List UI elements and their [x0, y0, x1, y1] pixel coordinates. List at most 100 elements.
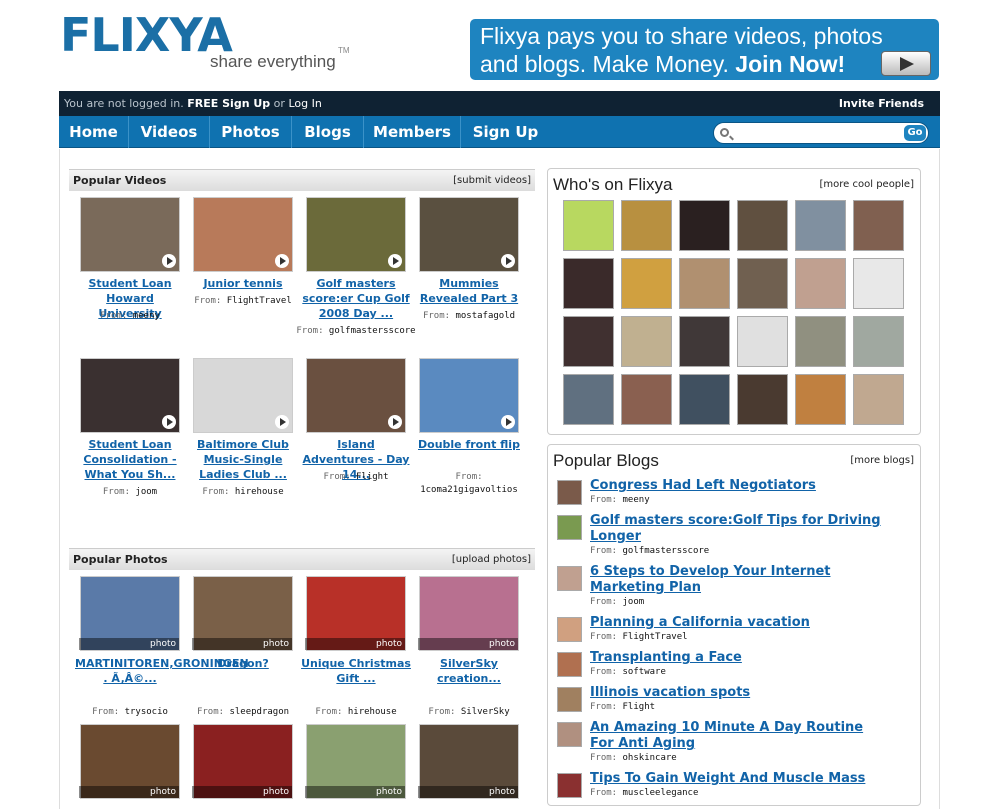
upload-photos-link[interactable]: [upload photos] — [452, 549, 531, 571]
uploader-name[interactable]: golfmastersscore — [329, 326, 416, 336]
member-avatar[interactable] — [737, 316, 788, 367]
member-avatar[interactable] — [853, 200, 904, 251]
author-name[interactable]: joom — [623, 597, 645, 607]
video-thumbnail[interactable] — [193, 197, 293, 272]
photo-thumbnail[interactable]: photo — [305, 576, 406, 651]
uploader-name[interactable]: hirehouse — [235, 487, 284, 497]
blog-author-avatar[interactable] — [557, 515, 582, 540]
nav-blogs[interactable]: Blogs — [292, 116, 364, 148]
video-title-link[interactable]: Baltimore Club Music-Single Ladies Club … — [188, 437, 298, 482]
author-name[interactable]: muscleelegance — [623, 788, 699, 798]
blog-title-link[interactable]: Congress Had Left Negotiators — [590, 478, 890, 494]
photo-thumbnail[interactable]: photo — [79, 576, 180, 651]
uploader-name[interactable]: meeny — [133, 311, 160, 321]
uploader-name[interactable]: trysocio — [125, 707, 168, 717]
member-avatar[interactable] — [737, 374, 788, 425]
blog-author-avatar[interactable] — [557, 773, 582, 798]
blog-author-avatar[interactable] — [557, 687, 582, 712]
member-avatar[interactable] — [563, 316, 614, 367]
photo-thumbnail[interactable]: photo — [305, 724, 406, 799]
blog-title-link[interactable]: Tips To Gain Weight And Muscle Mass — [590, 771, 890, 787]
uploader-name[interactable]: sleepdragon — [229, 707, 289, 717]
video-title-link[interactable]: Double front flip — [414, 437, 524, 452]
member-avatar[interactable] — [621, 316, 672, 367]
blog-author-avatar[interactable] — [557, 617, 582, 642]
photo-thumbnail[interactable]: photo — [192, 576, 293, 651]
more-people-link[interactable]: [more cool people] — [820, 179, 914, 190]
video-thumbnail[interactable] — [80, 197, 180, 272]
member-avatar[interactable] — [679, 316, 730, 367]
author-name[interactable]: golfmastersscore — [623, 546, 710, 556]
photo-thumbnail[interactable]: photo — [418, 724, 519, 799]
more-blogs-link[interactable]: [more blogs] — [850, 455, 914, 466]
uploader-name[interactable]: hirehouse — [348, 707, 397, 717]
nav-photos[interactable]: Photos — [210, 116, 292, 148]
member-avatar[interactable] — [679, 374, 730, 425]
video-thumbnail[interactable] — [419, 197, 519, 272]
video-thumbnail[interactable] — [306, 197, 406, 272]
member-avatar[interactable] — [679, 258, 730, 309]
member-avatar[interactable] — [795, 200, 846, 251]
video-thumbnail[interactable] — [193, 358, 293, 433]
flixya-logo[interactable]: FLIXYA share everything TM — [60, 10, 360, 78]
video-thumbnail[interactable] — [419, 358, 519, 433]
member-avatar[interactable] — [563, 374, 614, 425]
member-avatar[interactable] — [563, 258, 614, 309]
member-avatar[interactable] — [563, 200, 614, 251]
member-avatar[interactable] — [621, 374, 672, 425]
photo-title-link[interactable]: Dragon? — [188, 656, 298, 671]
free-signup-link[interactable]: FREE Sign Up — [187, 97, 270, 110]
blog-author-avatar[interactable] — [557, 722, 582, 747]
nav-videos[interactable]: Videos — [129, 116, 210, 148]
uploader-name[interactable]: joom — [135, 487, 157, 497]
blog-title-link[interactable]: Golf masters score:Golf Tips for Driving… — [590, 513, 890, 545]
video-title-link[interactable]: Junior tennis — [188, 276, 298, 291]
search-go-button[interactable]: Go — [904, 125, 926, 141]
invite-friends-link[interactable]: Invite Friends — [839, 91, 924, 116]
author-name[interactable]: ohskincare — [623, 753, 677, 763]
photo-thumbnail[interactable]: photo — [192, 724, 293, 799]
member-avatar[interactable] — [795, 374, 846, 425]
member-avatar[interactable] — [621, 258, 672, 309]
author-name[interactable]: software — [623, 667, 666, 677]
nav-members[interactable]: Members — [364, 116, 461, 148]
author-name[interactable]: FlightTravel — [623, 632, 688, 642]
submit-videos-link[interactable]: [submit videos] — [453, 170, 531, 192]
video-thumbnail[interactable] — [306, 358, 406, 433]
photo-title-link[interactable]: MARTINITOREN,GRONINGEN . Ã‚Â©... — [75, 656, 249, 686]
author-name[interactable]: Flight — [623, 702, 656, 712]
member-avatar[interactable] — [795, 316, 846, 367]
blog-title-link[interactable]: 6 Steps to Develop Your Internet Marketi… — [590, 564, 890, 596]
login-link[interactable]: Log In — [288, 97, 321, 110]
blog-title-link[interactable]: Transplanting a Face — [590, 650, 890, 666]
member-avatar[interactable] — [853, 258, 904, 309]
nav-signup[interactable]: Sign Up — [461, 116, 550, 148]
blog-author-avatar[interactable] — [557, 566, 582, 591]
video-title-link[interactable]: Golf masters score:er Cup Golf 2008 Day … — [301, 276, 411, 321]
uploader-name[interactable]: SilverSky — [461, 707, 510, 717]
member-avatar[interactable] — [853, 316, 904, 367]
uploader-name[interactable]: mostafagold — [455, 311, 515, 321]
uploader-name[interactable]: FlightTravel — [227, 296, 292, 306]
photo-thumbnail[interactable]: photo — [79, 724, 180, 799]
video-title-link[interactable]: Mummies Revealed Part 3 — [414, 276, 524, 306]
video-thumbnail[interactable] — [80, 358, 180, 433]
member-avatar[interactable] — [795, 258, 846, 309]
member-avatar[interactable] — [737, 200, 788, 251]
blog-author-avatar[interactable] — [557, 480, 582, 505]
photo-title-link[interactable]: Unique Christmas Gift ... — [301, 656, 411, 686]
search-box[interactable]: Go — [713, 122, 929, 144]
video-title-link[interactable]: Student Loan Consolidation - What You Sh… — [75, 437, 185, 482]
author-name[interactable]: meeny — [623, 495, 650, 505]
blog-title-link[interactable]: Planning a California vacation — [590, 615, 890, 631]
uploader-name[interactable]: Flight — [356, 472, 389, 482]
photo-thumbnail[interactable]: photo — [418, 576, 519, 651]
blog-author-avatar[interactable] — [557, 652, 582, 677]
member-avatar[interactable] — [679, 200, 730, 251]
member-avatar[interactable] — [853, 374, 904, 425]
member-avatar[interactable] — [737, 258, 788, 309]
photo-title-link[interactable]: SilverSky creation... — [414, 656, 524, 686]
blog-title-link[interactable]: Illinois vacation spots — [590, 685, 890, 701]
join-banner[interactable]: Flixya pays you to share videos, photos … — [470, 19, 939, 80]
member-avatar[interactable] — [621, 200, 672, 251]
